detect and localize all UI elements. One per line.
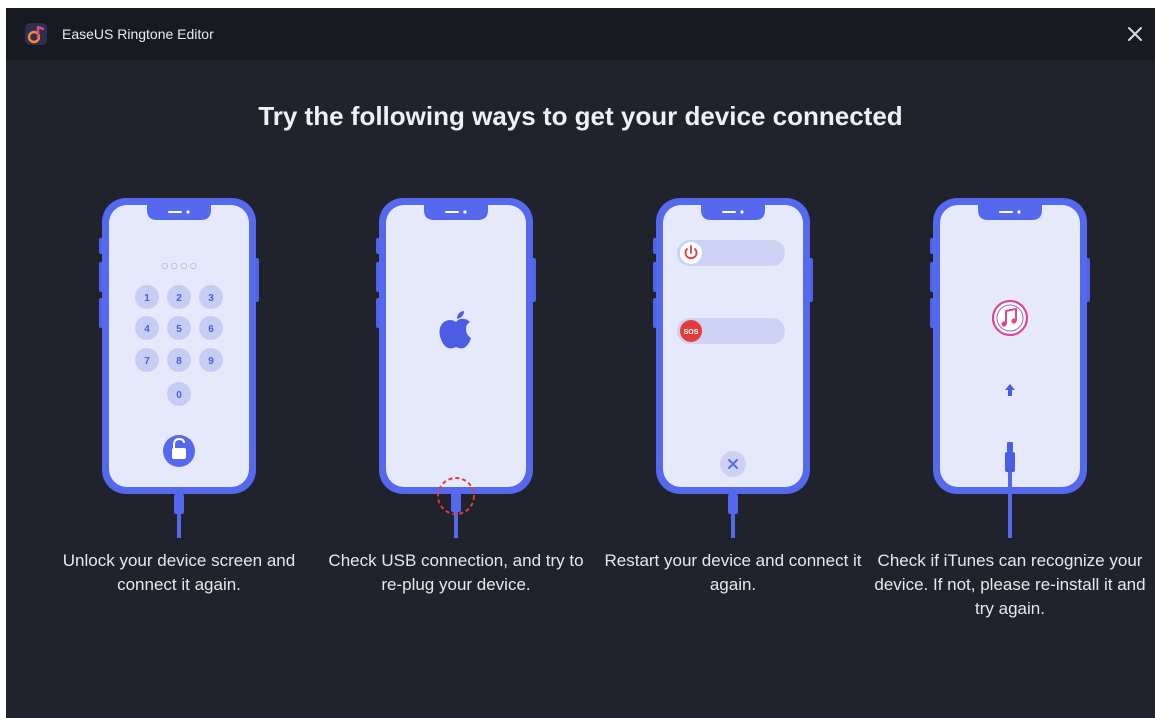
title-bar: EaseUS Ringtone Editor: [6, 8, 1155, 60]
sos-icon: SOS: [680, 320, 702, 342]
power-icon: [680, 242, 702, 264]
keypad-key: 8: [176, 356, 182, 367]
keypad-key: 0: [176, 390, 182, 401]
phone-illustration-restart: SOS: [649, 198, 817, 538]
step-caption-unlock: Unlock your device screen and connect it…: [62, 551, 296, 594]
keypad-key: 5: [176, 324, 182, 335]
passcode-dots: ○ ○ ○ ○: [161, 261, 197, 270]
keypad-key: 7: [144, 356, 150, 367]
unlock-padlock-icon: [163, 435, 195, 467]
phone-illustration-usb: [372, 198, 540, 538]
step-caption-usb: Check USB connection, and try to re-plug…: [328, 551, 584, 594]
phone-illustration-unlock: ○ ○ ○ ○ 1 2 3 4 5 6 7 8 9 0: [95, 198, 263, 538]
step-caption-restart: Restart your device and connect it again…: [604, 551, 862, 594]
keypad-key: 2: [176, 293, 182, 304]
keypad-key: 3: [208, 293, 214, 304]
svg-text:SOS: SOS: [684, 329, 699, 336]
keypad-key: 4: [144, 324, 150, 335]
step-caption-itunes: Check if iTunes can recognize your devic…: [874, 551, 1146, 618]
cancel-x-icon: [720, 451, 746, 477]
itunes-logo-icon: [991, 299, 1029, 337]
phone-illustration-itunes: [926, 198, 1094, 538]
app-title: EaseUS Ringtone Editor: [62, 26, 214, 42]
keypad-key: 6: [208, 324, 214, 335]
keypad-key: 9: [208, 356, 214, 367]
app-logo-icon: [25, 23, 47, 45]
usb-cable-icon: [728, 494, 738, 538]
close-icon: [1128, 27, 1142, 41]
close-button[interactable]: [1121, 20, 1149, 48]
app-window: EaseUS Ringtone Editor Try the following…: [6, 8, 1155, 718]
keypad-key: 1: [144, 293, 150, 304]
page-heading: Try the following ways to get your devic…: [258, 101, 903, 131]
usb-cable-icon: [174, 494, 184, 538]
